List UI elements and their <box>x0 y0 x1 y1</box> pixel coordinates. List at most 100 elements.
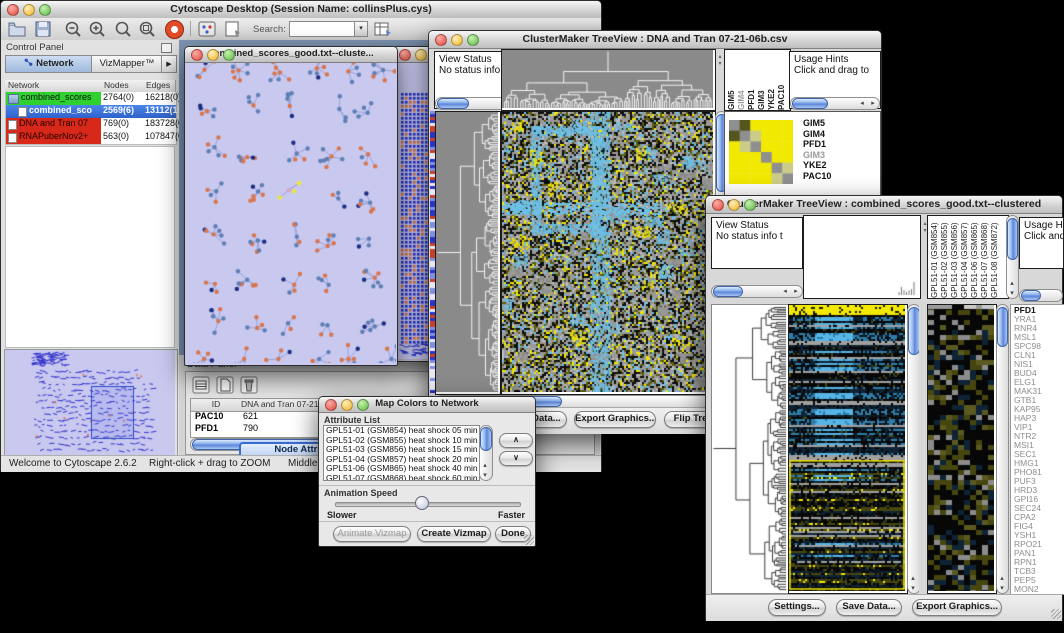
close-icon[interactable] <box>435 34 447 46</box>
scroll-up-icon[interactable]: ▴ <box>480 461 490 470</box>
gene-label[interactable]: GIM3 <box>803 150 831 161</box>
scroll-down-icon[interactable]: ▾ <box>480 471 490 480</box>
network1-graph-canvas[interactable] <box>186 63 396 363</box>
tv2-labels-vscrollbar[interactable]: ▴ ▾ <box>1006 215 1019 299</box>
search-dropdown-icon[interactable]: ▾ <box>354 21 368 37</box>
export-graphics-button[interactable]: Export Graphics... <box>912 599 1002 616</box>
zoom-window-icon[interactable] <box>223 49 235 61</box>
tv2-zoom-heatmap-panel[interactable] <box>927 304 997 594</box>
minimize-icon[interactable] <box>23 4 35 16</box>
zoom-fit-icon[interactable] <box>113 20 133 38</box>
gene-label[interactable]: GIM5 <box>803 118 831 129</box>
scroll-left-icon[interactable]: ◂ <box>857 99 867 108</box>
gene-label[interactable]: YKE2 <box>803 160 831 171</box>
delete-attribute-icon[interactable] <box>240 376 258 394</box>
tv2-gene-dendrogram-panel[interactable] <box>711 304 789 594</box>
float-panel-icon[interactable] <box>161 43 172 53</box>
close-icon[interactable] <box>7 4 19 16</box>
tv2-heatmap-panel[interactable] <box>788 304 908 594</box>
zoom-out-icon[interactable] <box>63 20 83 38</box>
column-label[interactable]: PAC10 <box>777 50 787 110</box>
tab-network[interactable]: Network <box>5 55 93 73</box>
treeview2-titlebar[interactable]: ClusterMaker TreeView : combined_scores_… <box>706 196 1062 214</box>
animation-slider-thumb[interactable] <box>415 496 429 510</box>
column-label[interactable]: GPL51-01 (GSM854) <box>930 216 940 298</box>
gene-label[interactable]: PFD1 <box>803 139 831 150</box>
resize-grip[interactable] <box>524 535 534 545</box>
tv1-splitter-arrows[interactable]: ▴ ▾ <box>716 53 724 109</box>
scroll-up-icon[interactable]: ▴ <box>997 574 1007 583</box>
open-icon[interactable] <box>7 20 27 38</box>
scroll-thumb[interactable] <box>997 307 1008 347</box>
treeview1-titlebar[interactable]: ClusterMaker TreeView : DNA and Tran 07-… <box>429 31 881 49</box>
tv2-view-status-scrollbar[interactable]: ◂ ▸ <box>711 285 803 298</box>
save-icon[interactable] <box>33 20 53 38</box>
scroll-right-icon[interactable]: ▸ <box>868 99 878 108</box>
tv2-column-dendrogram-canvas[interactable] <box>804 216 918 296</box>
tab-vizmapper[interactable]: VizMapper™ <box>91 55 163 73</box>
scroll-down-icon[interactable]: ▾ <box>1007 289 1017 298</box>
minimize-icon[interactable] <box>451 34 463 46</box>
network-overview-panel[interactable] <box>4 349 178 463</box>
scroll-down-icon[interactable]: ▾ <box>908 584 918 593</box>
splitter-down-icon[interactable]: ▾ <box>716 60 724 67</box>
column-label[interactable]: GIM5 <box>727 50 737 110</box>
scroll-thumb[interactable] <box>792 98 828 109</box>
network-list-row[interactable]: combined_scores 2764(0) 16218(0) <box>6 92 176 105</box>
close-icon[interactable] <box>712 199 724 211</box>
column-label[interactable]: GPL51-08 (GSM872) <box>990 216 1000 298</box>
layout-icon[interactable] <box>197 20 217 38</box>
column-label[interactable]: GPL51-04 (GSM857) <box>960 216 970 298</box>
tv1-heatmap-canvas[interactable] <box>502 112 713 392</box>
minimize-icon[interactable] <box>415 49 427 61</box>
column-label[interactable]: GPL51-03 (GSM856) <box>950 216 960 298</box>
scroll-up-icon[interactable]: ▴ <box>1007 279 1017 288</box>
settings-button[interactable]: Settings... <box>768 599 826 616</box>
network-overview-canvas[interactable] <box>5 350 175 460</box>
scroll-left-icon[interactable]: ◂ <box>780 287 790 296</box>
tv2-zoom-vscrollbar[interactable]: ▴ ▾ <box>996 304 1009 594</box>
gene-label[interactable]: MON2 <box>1014 585 1064 594</box>
network-list-row[interactable]: combined_sco 2569(6) 13112(15) <box>6 105 176 118</box>
move-up-button[interactable]: ∧ <box>499 433 533 448</box>
save-data-button[interactable]: Save Data... <box>836 599 902 616</box>
network-list-row[interactable]: DNA and Tran 07 769(0) 183728(0) <box>6 118 176 131</box>
scroll-thumb[interactable] <box>1007 218 1018 260</box>
tv1-mini-heatmap-canvas[interactable] <box>729 120 793 184</box>
tv2-column-dendrogram-panel[interactable] <box>803 215 921 299</box>
network1-titlebar[interactable]: combined_scores_good.txt--cluste... <box>185 47 397 63</box>
help-lifering-icon[interactable] <box>165 20 184 39</box>
tv2-column-labels-panel[interactable]: GPL51-01 (GSM854)GPL51-02 (GSM855)GPL51-… <box>927 215 1009 299</box>
zoom-selected-icon[interactable] <box>137 20 157 38</box>
resize-grip[interactable] <box>1051 609 1061 619</box>
close-icon[interactable] <box>325 399 337 411</box>
minimize-icon[interactable] <box>207 49 219 61</box>
annotation-icon[interactable] <box>223 20 243 38</box>
gene-label[interactable]: GIM4 <box>803 129 831 140</box>
move-down-button[interactable]: ∨ <box>499 451 533 466</box>
search-input[interactable] <box>289 21 355 37</box>
tv2-panel-divider[interactable] <box>919 304 927 592</box>
minimize-icon[interactable] <box>341 399 353 411</box>
column-label[interactable]: YKE2 <box>767 50 777 110</box>
tv2-zoom-heatmap-canvas[interactable] <box>928 305 994 591</box>
import-table-icon[interactable] <box>373 20 393 38</box>
tv2-usage-hints-scrollbar[interactable] <box>1019 289 1063 302</box>
tv1-column-labels-panel[interactable]: GIM5GIM4PFD1GIM3YKE2PAC10 <box>724 49 791 111</box>
tv1-heatmap-panel[interactable] <box>501 111 716 395</box>
column-label[interactable]: PFD1 <box>747 50 757 110</box>
map-colors-titlebar[interactable]: Map Colors to Network <box>319 397 535 413</box>
scroll-thumb[interactable] <box>713 286 743 297</box>
attribute-listbox[interactable]: GPL51-01 (GSM854) heat shock 05 minGPL51… <box>323 425 480 481</box>
export-graphics-button[interactable]: Export Graphics... <box>574 411 656 428</box>
zoom-window-icon[interactable] <box>357 399 369 411</box>
zoom-window-icon[interactable] <box>467 34 479 46</box>
attribute-list-scrollbar[interactable]: ▴ ▾ <box>479 425 493 481</box>
network-list-row[interactable]: RNAPuberNov2+ 563(0) 107847(0) <box>6 131 176 144</box>
new-attribute-icon[interactable] <box>216 376 234 394</box>
column-label[interactable]: GPL51-02 (GSM855) <box>940 216 950 298</box>
tv1-gene-dendrogram-canvas[interactable] <box>436 112 498 392</box>
close-icon[interactable] <box>399 49 411 61</box>
tv1-usage-hints-scrollbar[interactable]: ◂ ▸ <box>790 97 880 110</box>
scroll-thumb[interactable] <box>480 427 492 451</box>
